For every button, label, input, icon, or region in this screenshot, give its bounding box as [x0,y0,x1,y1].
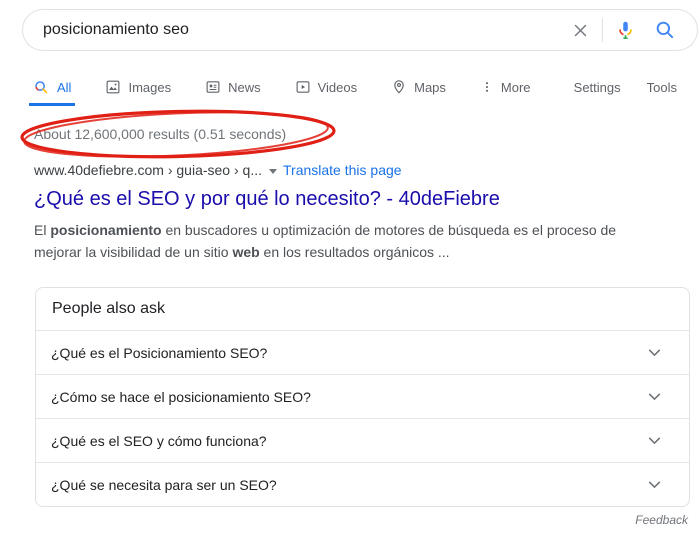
images-icon [105,79,121,95]
search-bar-controls [560,10,685,50]
search-submit-button[interactable] [645,10,685,50]
paa-question-text: ¿Qué se necesita para ser un SEO? [51,476,277,493]
search-bar-divider [602,18,603,42]
organic-result: www.40defiebre.com › guia-seo › q... Tra… [34,161,656,263]
search-bar [22,9,698,51]
snippet-line-2: mejorar la visibilidad de un sitio web e… [34,244,450,260]
translate-page-link[interactable]: Translate this page [283,162,402,178]
google-search-results-page: All Images [0,0,700,537]
search-colored-icon [33,79,50,96]
search-tabs: All Images News Videos Maps More [23,76,541,106]
microphone-icon [615,20,636,41]
search-input[interactable] [43,21,560,39]
videos-icon [295,79,311,95]
clear-search-button[interactable] [560,10,600,50]
breadcrumb-line: www.40defiebre.com › guia-seo › q... Tra… [34,161,656,179]
paa-question-row[interactable]: ¿Cómo se hace el posicionamiento SEO? [36,374,689,418]
paa-question-row[interactable]: ¿Qué es el Posicionamiento SEO? [36,330,689,374]
paa-question-row[interactable]: ¿Qué es el SEO y cómo funciona? [36,418,689,462]
tab-maps[interactable]: Maps [381,76,456,98]
tab-all-label: All [57,79,72,95]
result-stats: About 12,600,000 results (0.51 seconds) [34,126,287,142]
search-tabs-row: All Images News Videos Maps More Setting… [23,76,677,106]
result-snippet: El posicionamiento en buscadores u optim… [34,219,656,263]
tab-images[interactable]: Images [95,76,181,98]
people-also-ask-box: People also ask ¿Qué es el Posicionamien… [35,287,690,507]
breadcrumb[interactable]: www.40defiebre.com › guia-seo › q... [34,162,262,178]
people-also-ask-title: People also ask [52,300,165,317]
chevron-down-icon [644,386,665,407]
tab-more-label: More [500,79,531,95]
tab-all[interactable]: All [23,76,81,106]
tools-button[interactable]: Tools [647,80,677,95]
result-title-link[interactable]: ¿Qué es el SEO y por qué lo necesito? - … [34,186,656,212]
result-options-chevron-down-icon[interactable] [269,168,277,174]
chevron-down-icon [644,342,665,363]
tab-images-label: Images [128,79,172,95]
tab-news-label: News [228,79,261,95]
tab-more[interactable]: More [470,76,541,98]
settings-button[interactable]: Settings [574,80,621,95]
more-vertical-dots-icon [480,80,494,94]
close-icon [570,20,591,41]
paa-question-text: ¿Cómo se hace el posicionamiento SEO? [51,388,311,405]
chevron-down-icon [644,474,665,495]
paa-question-row[interactable]: ¿Qué se necesita para ser un SEO? [36,462,689,506]
maps-pin-icon [391,79,407,95]
tab-maps-label: Maps [414,79,446,95]
tab-videos-label: Videos [317,79,358,95]
news-icon [205,79,221,95]
search-options: Settings Tools [574,80,677,95]
tab-news[interactable]: News [195,76,271,98]
feedback-link[interactable]: Feedback [635,513,688,527]
paa-question-text: ¿Qué es el Posicionamiento SEO? [51,344,268,361]
search-icon [654,19,676,41]
active-tab-underline [29,103,76,106]
tab-videos[interactable]: Videos [285,76,368,98]
voice-search-button[interactable] [605,10,645,50]
chevron-down-icon [644,430,665,451]
snippet-line-1: El posicionamiento en buscadores u optim… [34,222,617,238]
paa-question-text: ¿Qué es el SEO y cómo funciona? [51,432,267,449]
